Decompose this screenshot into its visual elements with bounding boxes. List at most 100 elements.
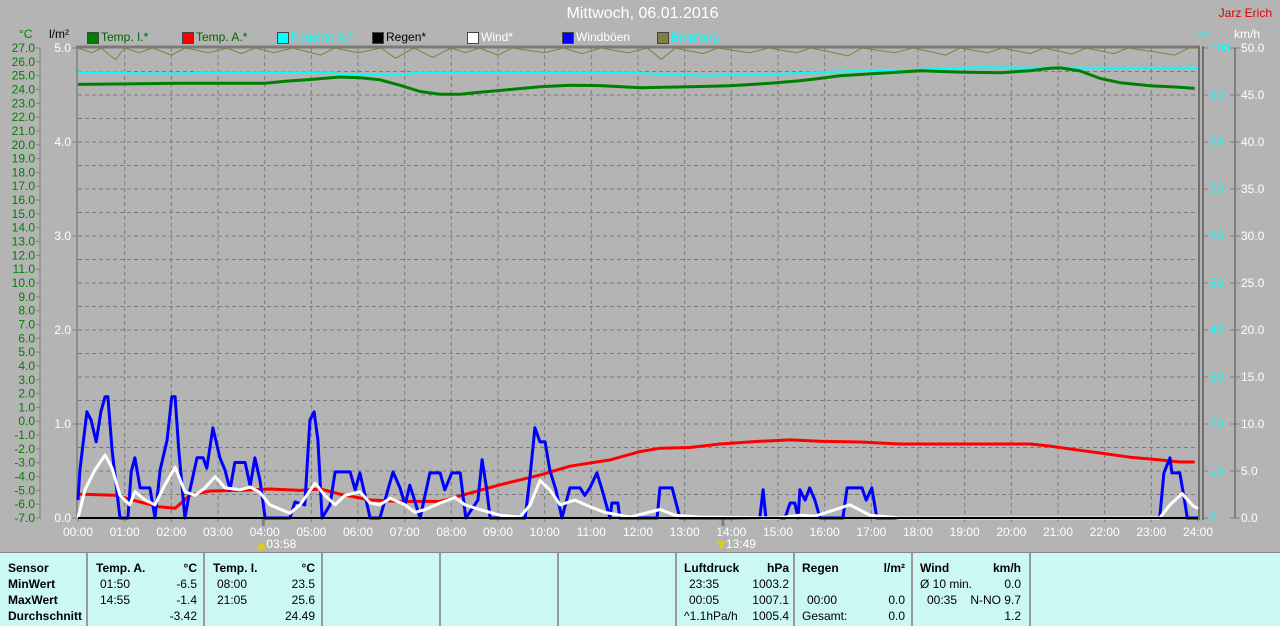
temp-i-avg: 24.49 (284, 609, 315, 623)
x-tick-label: 16:00 (810, 525, 840, 539)
temp-tick-label: 26.0 (12, 55, 36, 69)
temp-tick-label: 10.0 (12, 276, 36, 290)
legend-swatch (562, 32, 574, 44)
wind-tick-label: 45.0 (1241, 88, 1265, 102)
humidity-tick-label: 50 (1210, 276, 1224, 290)
humidity-tick-label: 0 (1210, 511, 1217, 525)
col-empty (323, 553, 441, 626)
legend-swatch (87, 32, 99, 44)
rain-tick-label: 5.0 (54, 41, 71, 55)
col-rain: Regen l/m² 00:00 0.0 Gesamt: 0.0 (795, 553, 913, 626)
temp-tick-label: 25.0 (12, 69, 36, 83)
legend-label: Temp. I.* (101, 30, 149, 44)
x-tick-label: 17:00 (856, 525, 886, 539)
humidity-tick-label: 10 (1210, 464, 1224, 478)
row-label-max: MaxWert (8, 593, 58, 607)
col-temp-a: Temp. A. °C 01:50 -6.5 14:55 -1.4 -3.42 (88, 553, 205, 626)
wind-tick-label: 35.0 (1241, 182, 1265, 196)
temp-a-max: -1.4 (176, 593, 197, 607)
col-empty (441, 553, 559, 626)
x-tick-label: 09:00 (483, 525, 513, 539)
x-tick-label: 15:00 (763, 525, 793, 539)
pressure-min-time: 23:35 (689, 577, 720, 591)
rain-tick-label: 2.0 (54, 323, 71, 337)
legend-label: Wind* (481, 30, 514, 44)
temp-tick-label: -1.0 (14, 428, 35, 442)
x-tick-label: 01:00 (110, 525, 140, 539)
temp-tick-label: 9.0 (18, 290, 35, 304)
legend-swatch (372, 32, 384, 44)
temp-a-max-time: 14:55 (100, 593, 131, 607)
legend-label: Regen* (386, 30, 427, 44)
temp-tick-label: 13.0 (12, 235, 36, 249)
temp-tick-label: 1.0 (18, 400, 35, 414)
x-tick-label: 10:00 (530, 525, 560, 539)
humidity-tick-label: 30 (1210, 370, 1224, 384)
temp-tick-label: 8.0 (18, 304, 35, 318)
legend-swatch (657, 32, 669, 44)
wind-avg10-label: Ø 10 min. (920, 577, 973, 591)
wind-tick-label: 25.0 (1241, 276, 1265, 290)
pressure-max-time: 00:05 (689, 593, 720, 607)
temp-i-max-time: 21:05 (217, 593, 248, 607)
wind-avg: 1.2 (1004, 609, 1021, 623)
humidity-tick-label: 70 (1210, 182, 1224, 196)
temp-tick-label: 22.0 (12, 110, 36, 124)
wind-tick-label: 15.0 (1241, 370, 1265, 384)
x-tick-label: 07:00 (390, 525, 420, 539)
legend-swatch (467, 32, 479, 44)
temp-tick-label: 17.0 (12, 179, 36, 193)
wind-max: N-NO 9.7 (970, 593, 1021, 607)
temp-a-header: Temp. A. (96, 561, 146, 575)
rain-max: 0.0 (888, 593, 905, 607)
x-tick-label: 06:00 (343, 525, 373, 539)
series-temp-a-line (77, 438, 1195, 510)
legend-label: Feuchte A.* (291, 30, 354, 44)
temp-axis-label: °C (19, 27, 33, 41)
wind-max-time: 00:35 (927, 593, 958, 607)
rain-unit: l/m² (883, 561, 905, 575)
wind-tick-label: 30.0 (1241, 229, 1265, 243)
pressure-avg: 1005.4 (752, 609, 789, 623)
wind-tick-label: 0.0 (1241, 511, 1258, 525)
pressure-max: 1007.1 (752, 593, 789, 607)
legend-swatch (277, 32, 289, 44)
rain-tick-label: 1.0 (54, 417, 71, 431)
temp-tick-label: -7.0 (14, 511, 35, 525)
temp-tick-label: 15.0 (12, 207, 36, 221)
temp-i-max: 25.6 (291, 593, 315, 607)
wind-tick-label: 10.0 (1241, 417, 1265, 431)
humidity-axis-label: % (1198, 27, 1209, 41)
rain-tick-label: 0.0 (54, 511, 71, 525)
stats-table: Sensor MinWert MaxWert Durchschnitt Temp… (0, 552, 1280, 626)
temp-a-min-time: 01:50 (100, 577, 131, 591)
humidity-tick-label: 60 (1210, 229, 1224, 243)
col-wind: Wind km/h Ø 10 min. 0.0 00:35 N-NO 9.7 1… (913, 553, 1031, 626)
humidity-tick-label: 100 (1210, 41, 1230, 55)
temp-i-header: Temp. I. (213, 561, 258, 575)
x-tick-label: 21:00 (1043, 525, 1073, 539)
x-tick-label: 24:00 (1183, 525, 1213, 539)
x-tick-label: 18:00 (903, 525, 933, 539)
x-tick-label: 22:00 (1090, 525, 1120, 539)
legend-swatch (182, 32, 194, 44)
temp-tick-label: -2.0 (14, 442, 35, 456)
wind-avg10: 0.0 (1004, 577, 1021, 591)
temp-tick-label: 14.0 (12, 221, 36, 235)
wind-header: Wind (920, 561, 950, 575)
temp-tick-label: 2.0 (18, 387, 35, 401)
temp-tick-label: 11.0 (13, 262, 36, 276)
legend-label: Empfang (671, 30, 720, 44)
rain-tick-label: 3.0 (54, 229, 71, 243)
temp-tick-label: 24.0 (12, 82, 36, 96)
x-tick-label: 12:00 (623, 525, 653, 539)
legend-label: Windböen (576, 30, 631, 44)
humidity-tick-label: 80 (1210, 135, 1224, 149)
temp-tick-label: -3.0 (14, 456, 35, 470)
rain-max-time: 00:00 (807, 593, 838, 607)
temp-tick-label: 4.0 (18, 359, 35, 373)
temp-i-unit: °C (301, 561, 315, 575)
humidity-tick-label: 20 (1210, 417, 1224, 431)
temp-tick-label: 7.0 (18, 317, 35, 331)
temp-a-avg: -3.42 (169, 609, 197, 623)
